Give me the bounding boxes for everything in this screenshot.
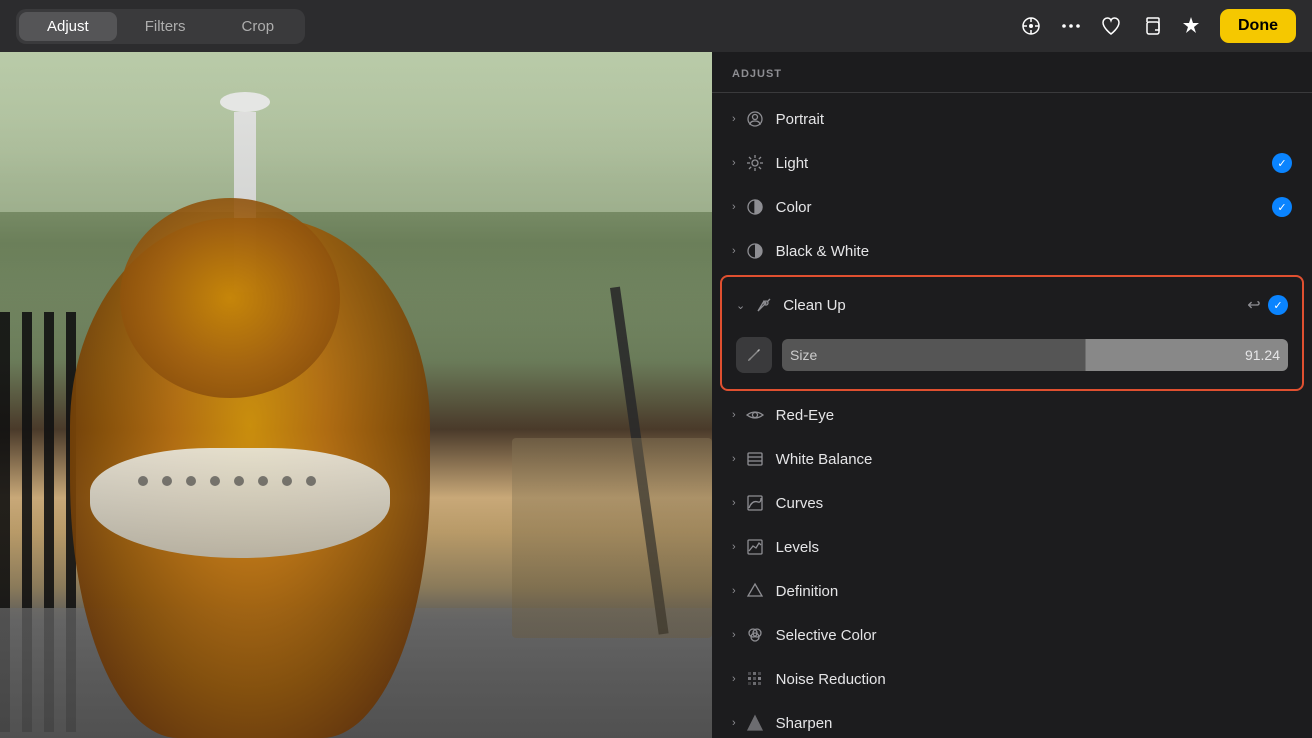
chevron-icon: ›	[732, 409, 736, 421]
chevron-icon: ›	[732, 497, 736, 509]
levels-label: Levels	[776, 539, 1292, 556]
portrait-icon	[744, 108, 766, 130]
tab-adjust[interactable]: Adjust	[19, 12, 117, 41]
curves-label: Curves	[776, 495, 1292, 512]
sidebar-item-noisereduction[interactable]: › Noise Reduction	[712, 657, 1312, 701]
sidebar-title: ADJUST	[712, 68, 1312, 93]
dog-body	[40, 138, 540, 738]
cleanup-check: ✓	[1268, 295, 1288, 315]
redeye-icon	[744, 404, 766, 426]
chevron-down-icon: ⌄	[736, 299, 745, 312]
white-obj-top	[220, 92, 270, 112]
bg-wood	[512, 438, 712, 638]
color-label: Color	[776, 199, 1272, 216]
levels-icon	[744, 536, 766, 558]
chevron-icon: ›	[732, 453, 736, 465]
sharpen-label: Sharpen	[776, 715, 1292, 732]
light-check: ✓	[1272, 153, 1292, 173]
chevron-icon: ›	[732, 201, 736, 213]
light-label: Light	[776, 155, 1272, 172]
dot	[186, 476, 196, 486]
magic-wand-icon[interactable]	[1020, 15, 1042, 37]
main-content: ADJUST › Portrait ›	[0, 52, 1312, 738]
copy-icon[interactable]	[1140, 15, 1162, 37]
light-icon	[744, 152, 766, 174]
sidebar-item-selectivecolor[interactable]: › Selective Color	[712, 613, 1312, 657]
cleanup-section: ⌄ Clean Up ↩ ✓	[720, 275, 1304, 391]
done-button[interactable]: Done	[1220, 9, 1296, 43]
chevron-icon: ›	[732, 717, 736, 729]
chevron-icon: ›	[732, 541, 736, 553]
brush-tool-button[interactable]	[736, 337, 772, 373]
more-icon[interactable]	[1060, 15, 1082, 37]
selectivecolor-label: Selective Color	[776, 627, 1292, 644]
dog-head	[120, 198, 340, 398]
top-bar: Adjust Filters Crop	[0, 0, 1312, 52]
sharpen-icon	[744, 712, 766, 734]
cleanup-header[interactable]: ⌄ Clean Up ↩ ✓	[722, 281, 1302, 329]
cleanup-label: Clean Up	[783, 297, 1240, 314]
dot	[138, 476, 148, 486]
dot	[162, 476, 172, 486]
sidebar: ADJUST › Portrait ›	[712, 52, 1312, 738]
sidebar-item-light[interactable]: › Light ✓	[712, 141, 1312, 185]
color-icon	[744, 196, 766, 218]
dot	[258, 476, 268, 486]
photo-area	[0, 52, 712, 738]
chevron-icon: ›	[732, 245, 736, 257]
whitebalance-icon	[744, 448, 766, 470]
dot	[210, 476, 220, 486]
tab-filters[interactable]: Filters	[117, 12, 214, 41]
bandana-dots	[130, 468, 350, 538]
chevron-icon: ›	[732, 673, 736, 685]
sidebar-item-levels[interactable]: › Levels	[712, 525, 1312, 569]
dot	[306, 476, 316, 486]
size-label: Size	[790, 347, 817, 363]
chevron-icon: ›	[732, 113, 736, 125]
top-right-icons: Done	[1020, 9, 1296, 43]
tab-group: Adjust Filters Crop	[16, 9, 305, 44]
cleanup-undo-button[interactable]: ↩	[1240, 291, 1268, 319]
portrait-label: Portrait	[776, 111, 1292, 128]
bw-label: Black & White	[776, 243, 1292, 260]
sidebar-item-sharpen[interactable]: › Sharpen	[712, 701, 1312, 738]
sidebar-item-whitebalance[interactable]: › White Balance	[712, 437, 1312, 481]
sidebar-item-curves[interactable]: › Curves	[712, 481, 1312, 525]
sidebar-item-portrait[interactable]: › Portrait	[712, 97, 1312, 141]
bw-icon	[744, 240, 766, 262]
noisereduction-icon	[744, 668, 766, 690]
tab-crop[interactable]: Crop	[214, 12, 303, 41]
heart-icon[interactable]	[1100, 15, 1122, 37]
color-check: ✓	[1272, 197, 1292, 217]
curves-icon	[744, 492, 766, 514]
sidebar-item-definition[interactable]: › Definition	[712, 569, 1312, 613]
selectivecolor-icon	[744, 624, 766, 646]
sidebar-item-bw[interactable]: › Black & White	[712, 229, 1312, 273]
chevron-icon: ›	[732, 629, 736, 641]
dot	[282, 476, 292, 486]
cleanup-icon	[753, 294, 775, 316]
sidebar-item-redeye[interactable]: › Red-Eye	[712, 393, 1312, 437]
size-value: 91.24	[1245, 347, 1280, 363]
chevron-icon: ›	[732, 157, 736, 169]
redeye-label: Red-Eye	[776, 407, 1292, 424]
noisereduction-label: Noise Reduction	[776, 671, 1292, 688]
cleanup-subrow: Size 91.24	[722, 329, 1302, 385]
dot	[234, 476, 244, 486]
chevron-icon: ›	[732, 585, 736, 597]
sidebar-item-color[interactable]: › Color ✓	[712, 185, 1312, 229]
size-slider[interactable]: Size 91.24	[782, 339, 1288, 371]
definition-label: Definition	[776, 583, 1292, 600]
auto-enhance-icon[interactable]	[1180, 15, 1202, 37]
whitebalance-label: White Balance	[776, 451, 1292, 468]
definition-icon	[744, 580, 766, 602]
